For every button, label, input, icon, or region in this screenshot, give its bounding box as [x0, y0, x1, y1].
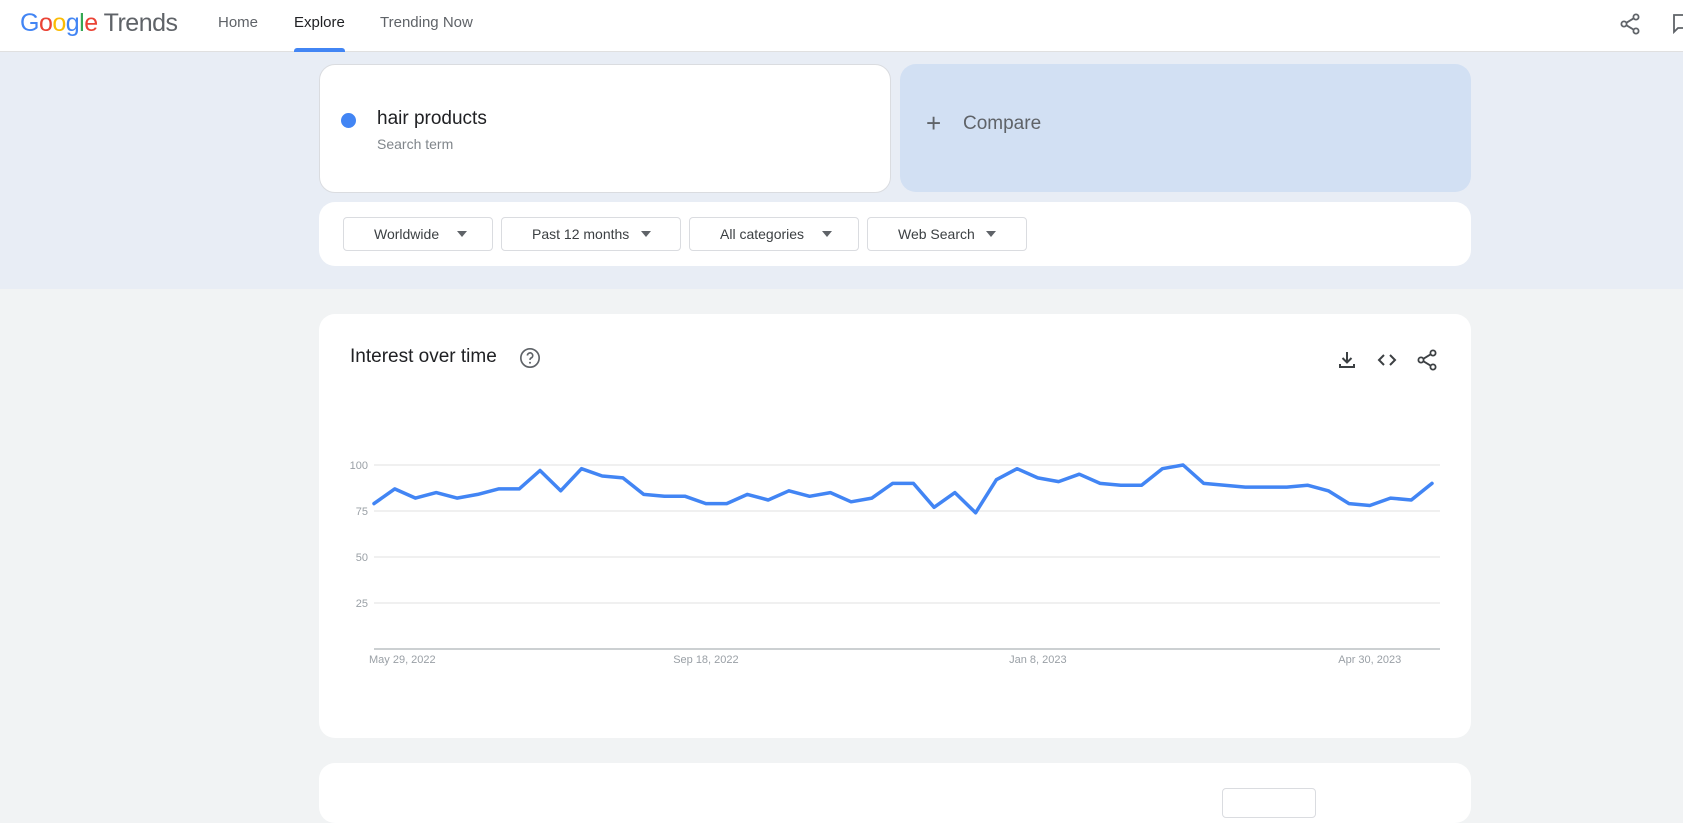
top-bar: Google Trends Home Explore Trending Now	[0, 0, 1683, 52]
chevron-down-icon	[457, 231, 467, 237]
property-label: Web Search	[898, 226, 975, 242]
google-trends-logo[interactable]: Google Trends	[20, 8, 178, 38]
x-tick-label: May 29, 2022	[369, 654, 436, 666]
x-tick-label: Jan 8, 2023	[1009, 654, 1067, 666]
series-line[interactable]	[372, 463, 1434, 515]
filters-bar: Worldwide Past 12 months All categories …	[319, 202, 1471, 266]
compare-button[interactable]: + Compare	[900, 64, 1471, 192]
compare-label: Compare	[963, 113, 1042, 134]
plus-icon: +	[926, 108, 942, 138]
nav-tab-trending-now[interactable]: Trending Now	[380, 0, 473, 52]
nav-tab-explore[interactable]: Explore	[294, 0, 345, 52]
search-term-card[interactable]: hair products Search term	[319, 64, 891, 193]
next-section-button[interactable]	[1222, 788, 1316, 818]
chevron-down-icon	[986, 231, 996, 237]
feedback-icon[interactable]	[1670, 12, 1683, 36]
share-icon[interactable]	[1618, 12, 1642, 36]
search-term-text[interactable]: hair products	[377, 108, 487, 130]
y-tick-label: 25	[356, 598, 368, 610]
time-range-dropdown[interactable]: Past 12 months	[501, 217, 681, 251]
next-section-card	[319, 763, 1471, 823]
region-dropdown[interactable]: Worldwide	[343, 217, 493, 251]
interest-over-time-card: Interest over time 100 75 50 25 May 29, 2022…	[319, 314, 1471, 738]
search-term-type: Search term	[377, 136, 454, 152]
chevron-down-icon	[641, 231, 651, 237]
property-dropdown[interactable]: Web Search	[867, 217, 1027, 251]
category-dropdown[interactable]: All categories	[689, 217, 859, 251]
y-tick-label: 50	[356, 552, 368, 564]
time-range-label: Past 12 months	[532, 226, 630, 242]
x-tick-label: Apr 30, 2023	[1338, 654, 1401, 666]
interest-line-chart[interactable]: 100 75 50 25 May 29, 2022 Sep 18, 2022 Jan 8, …	[319, 314, 1471, 738]
chevron-down-icon	[822, 231, 832, 237]
region-label: Worldwide	[374, 226, 440, 242]
y-tick-label: 75	[356, 506, 368, 518]
nav-tab-home[interactable]: Home	[218, 0, 258, 52]
y-tick-label: 100	[350, 460, 368, 472]
category-label: All categories	[720, 226, 805, 242]
x-tick-label: Sep 18, 2022	[673, 654, 738, 666]
term-color-dot	[341, 113, 356, 128]
